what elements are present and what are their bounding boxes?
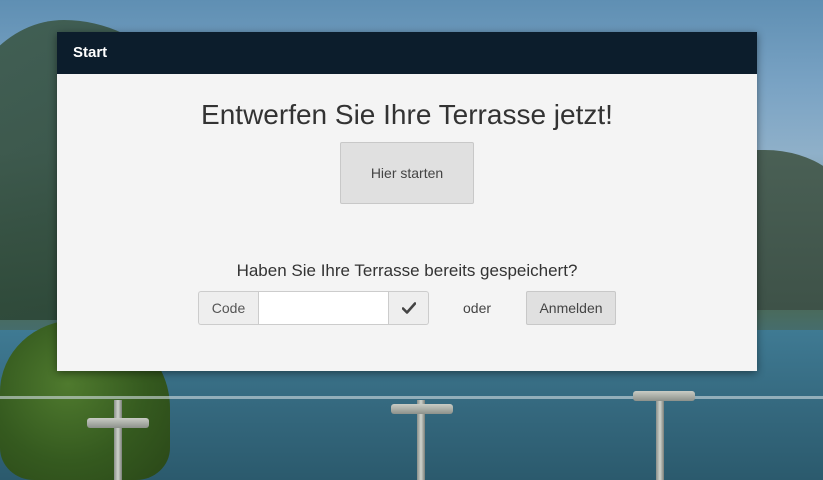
- railing-post: [656, 400, 664, 480]
- saved-question: Haben Sie Ihre Terrasse bereits gespeich…: [236, 261, 578, 280]
- login-button[interactable]: Anmelden: [526, 291, 616, 325]
- railing-post: [114, 400, 122, 480]
- railing-post-cap: [633, 391, 695, 401]
- start-button[interactable]: Hier starten: [340, 142, 474, 204]
- dialog-title: Start: [57, 32, 757, 74]
- or-text: oder: [463, 300, 492, 316]
- headline: Entwerfen Sie Ihre Terrasse jetzt!: [201, 99, 613, 130]
- code-label: Code: [198, 291, 258, 325]
- check-icon: [401, 302, 416, 314]
- code-submit-button[interactable]: [389, 291, 429, 325]
- start-dialog: Start Entwerfen Sie Ihre Terrasse jetzt!…: [57, 32, 757, 371]
- railing-post-cap: [391, 404, 453, 414]
- code-input-group: Code: [198, 291, 429, 325]
- background-glass-railing: [0, 396, 823, 399]
- code-input[interactable]: [258, 291, 389, 325]
- railing-post-cap: [87, 418, 149, 428]
